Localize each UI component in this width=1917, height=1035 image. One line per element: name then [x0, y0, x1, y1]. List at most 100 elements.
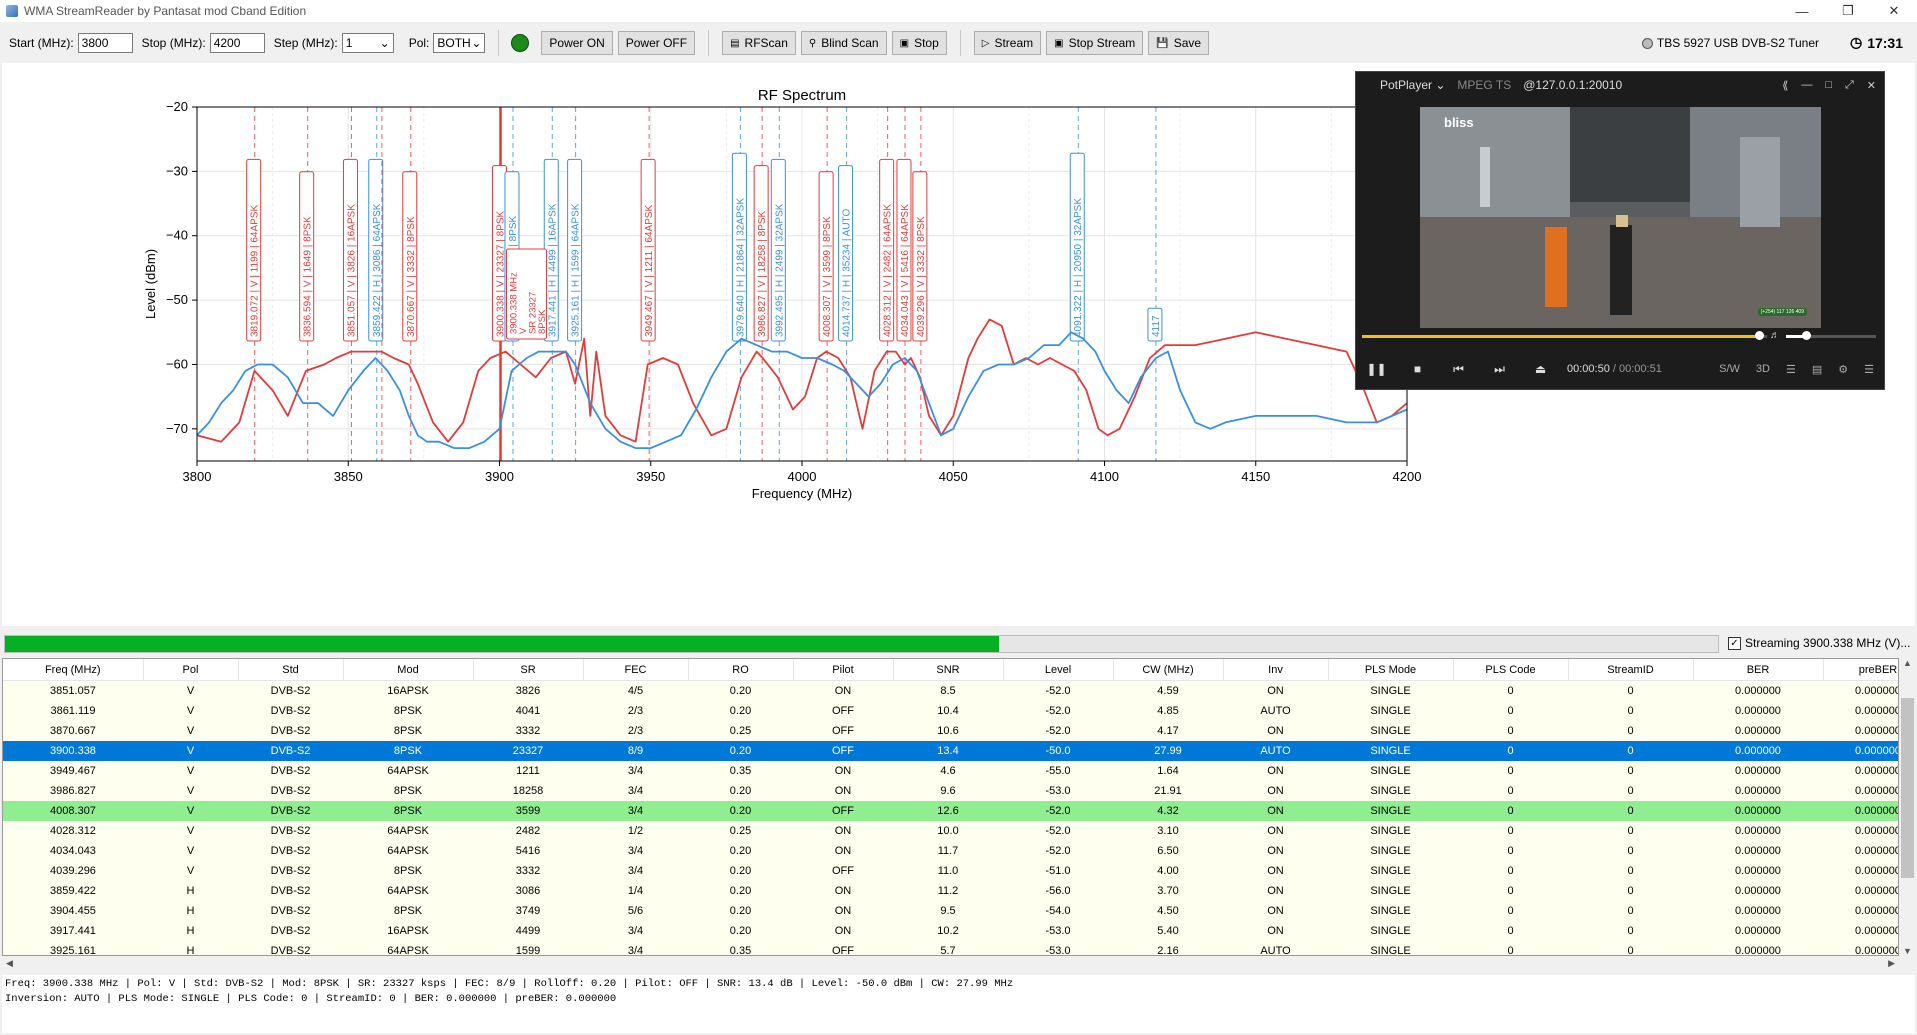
table-row[interactable]: 3859.422 H DVB-S2 64APSK 3086 1/4 0.20 ON 11.2 -5…: [3, 881, 1898, 901]
eject-icon[interactable]: ⏏: [1520, 362, 1561, 376]
marker-label: 3925.161 | H | 1599 | 64APSK: [571, 203, 582, 337]
settings-icon[interactable]: ⚙: [1838, 363, 1848, 376]
table-row[interactable]: 3861.119 V DVB-S2 8PSK 4041 2/3 0.20 OFF 10.4 -52…: [3, 701, 1898, 721]
scroll-thumb[interactable]: [1901, 698, 1914, 878]
menu-icon[interactable]: ☰: [1864, 363, 1874, 376]
sw-decoder-toggle[interactable]: S/W: [1719, 363, 1740, 376]
minimize-icon[interactable]: —: [1801, 79, 1812, 92]
column-header[interactable]: Pol: [143, 659, 239, 681]
table-row[interactable]: 3917.441 H DVB-S2 16APSK 4499 3/4 0.20 ON 10.2 -5…: [3, 921, 1898, 941]
column-header[interactable]: Freq (MHz): [3, 659, 144, 681]
seek-bar-handle[interactable]: [1754, 331, 1764, 340]
scroll-right-icon[interactable]: ▶: [1888, 958, 1895, 969]
pause-icon[interactable]: ❚❚: [1356, 362, 1397, 376]
marker-label: 3992.495 | H | 2499 | 32APSK: [774, 203, 785, 337]
table-row[interactable]: 4039.296 V DVB-S2 8PSK 3332 3/4 0.20 OFF 11.0 -51…: [3, 861, 1898, 881]
pol-select[interactable]: BOTH ⌄: [433, 33, 486, 53]
column-header[interactable]: SR: [473, 659, 584, 681]
column-header[interactable]: SNR: [893, 659, 1004, 681]
stop-icon[interactable]: ■: [1397, 362, 1438, 376]
stop-button[interactable]: ▣ Stop: [891, 31, 947, 55]
table-cell: V: [143, 801, 238, 821]
maximize-icon[interactable]: □: [1825, 79, 1832, 92]
power-on-button[interactable]: Power ON: [541, 31, 613, 55]
table-cell: 3086: [473, 881, 583, 901]
table-cell: ON: [793, 901, 893, 921]
power-off-button[interactable]: Power OFF: [617, 31, 696, 55]
previous-icon[interactable]: ⏮: [1438, 362, 1479, 377]
column-header[interactable]: preBER: [1823, 659, 1898, 681]
stream-button[interactable]: ▷ Stream: [973, 31, 1042, 55]
table-cell: 0.000000: [1693, 901, 1823, 921]
restore-icon[interactable]: ❐: [1825, 0, 1871, 22]
column-header[interactable]: Inv: [1223, 659, 1329, 681]
column-header[interactable]: StreamID: [1568, 659, 1694, 681]
table-cell: 5.40: [1113, 921, 1223, 941]
playlist-icon[interactable]: ☰: [1786, 363, 1796, 376]
scroll-down-icon[interactable]: ▼: [1899, 946, 1916, 956]
rfscan-button[interactable]: ▤ RFScan: [722, 31, 796, 55]
highlight-text: 8PSK: [537, 309, 548, 334]
marker-label-group: 4028.312 | V | 2482 | 64APSK: [879, 158, 895, 342]
stop-freq-input[interactable]: [209, 33, 265, 53]
table-vertical-scrollbar[interactable]: ▲ ▼: [1899, 658, 1916, 956]
table-row[interactable]: 4034.043 V DVB-S2 64APSK 5416 3/4 0.20 ON 11.7 -5…: [3, 841, 1898, 861]
blind-scan-button[interactable]: ⚲ Blind Scan: [800, 31, 887, 55]
table-row[interactable]: 4028.312 V DVB-S2 64APSK 2482 1/2 0.25 ON 10.0 -5…: [3, 821, 1898, 841]
table-cell: ON: [793, 761, 893, 781]
pin-icon[interactable]: ⟪: [1782, 79, 1788, 92]
minimize-icon[interactable]: —: [1779, 0, 1825, 22]
column-header[interactable]: CW (MHz): [1113, 659, 1224, 681]
table-horizontal-scrollbar[interactable]: ◀ ▶: [2, 956, 1899, 973]
column-header[interactable]: PLS Code: [1453, 659, 1569, 681]
column-header[interactable]: Mod: [343, 659, 474, 681]
table-cell: DVB-S2: [238, 741, 343, 761]
table-row[interactable]: 3949.467 V DVB-S2 64APSK 1211 3/4 0.35 ON 4.6 -55…: [3, 761, 1898, 781]
y-tick-label: −50: [166, 292, 188, 307]
close-icon[interactable]: ✕: [1871, 0, 1917, 22]
close-icon[interactable]: ✕: [1867, 79, 1876, 92]
table-row[interactable]: 4008.307 V DVB-S2 8PSK 3599 3/4 0.20 OFF 12.6 -52…: [3, 801, 1898, 821]
table-cell: ON: [1223, 861, 1328, 881]
scroll-left-icon[interactable]: ◀: [6, 958, 13, 969]
save-button[interactable]: 💾 Save: [1148, 31, 1210, 55]
table-cell: DVB-S2: [238, 680, 343, 701]
table-row[interactable]: 3870.667 V DVB-S2 8PSK 3332 2/3 0.25 OFF 10.6 -52…: [3, 721, 1898, 741]
3d-toggle[interactable]: 3D: [1756, 363, 1770, 376]
fullscreen-icon[interactable]: ⤢: [1845, 79, 1854, 92]
column-header[interactable]: Std: [238, 659, 344, 681]
column-header[interactable]: RO: [688, 659, 794, 681]
list-icon[interactable]: ▤: [1812, 363, 1822, 376]
table-cell: ON: [1223, 901, 1328, 921]
column-header[interactable]: FEC: [583, 659, 689, 681]
step-select[interactable]: 1 ⌄: [341, 33, 394, 53]
table-row[interactable]: 3900.338 V DVB-S2 8PSK 23327 8/9 0.20 OFF 13.4 -5…: [3, 741, 1898, 761]
volume-handle[interactable]: [1802, 331, 1811, 340]
column-header[interactable]: BER: [1693, 659, 1824, 681]
table-row[interactable]: 3925.161 H DVB-S2 64APSK 1599 3/4 0.35 OFF 5.7 -5…: [3, 941, 1898, 955]
video-player-window[interactable]: PotPlayer ⌄ MPEG TS @127.0.0.1:20010 ⟪ —…: [1355, 71, 1885, 390]
streaming-checkbox[interactable]: ✓: [1728, 636, 1741, 650]
table-row[interactable]: 3986.827 V DVB-S2 8PSK 18258 3/4 0.20 ON 9.6 -53.…: [3, 781, 1898, 801]
column-header[interactable]: PLS Mode: [1328, 659, 1454, 681]
transponder-table[interactable]: Freq (MHz) Pol Std Mod SR FEC RO Pilot SNR Level C…: [2, 658, 1899, 956]
table-cell: 8.5: [893, 680, 1003, 701]
scroll-up-icon[interactable]: ▲: [1899, 658, 1916, 668]
volume-icon[interactable]: ♬: [1770, 330, 1780, 341]
step-label: Step (MHz):: [273, 36, 338, 50]
next-icon[interactable]: ⏭: [1479, 362, 1520, 377]
start-freq-input[interactable]: [77, 33, 133, 53]
column-header[interactable]: Pilot: [793, 659, 894, 681]
column-header[interactable]: Level: [1003, 659, 1114, 681]
marker-label-group: 3949.467 | V | 1211 | 64APSK: [640, 158, 656, 342]
player-app-menu[interactable]: PotPlayer ⌄: [1368, 78, 1445, 92]
video-frame[interactable]: bliss (+254) 117 126 409: [1420, 107, 1821, 328]
start-label: Start (MHz):: [9, 36, 74, 50]
stop-stream-button[interactable]: ▣ Stop Stream: [1046, 31, 1144, 55]
table-row[interactable]: 3851.057 V DVB-S2 16APSK 3826 4/5 0.20 ON 8.5 -52…: [3, 680, 1898, 701]
power-status-led: [511, 34, 530, 52]
table-cell: 0.25: [688, 721, 793, 741]
table-row[interactable]: 3904.455 H DVB-S2 8PSK 3749 5/6 0.20 ON 9.5 -54.0…: [3, 901, 1898, 921]
search-icon: ⚲: [808, 37, 817, 49]
streaming-status[interactable]: ✓ Streaming 3900.338 MHz (V)...: [1728, 636, 1910, 650]
